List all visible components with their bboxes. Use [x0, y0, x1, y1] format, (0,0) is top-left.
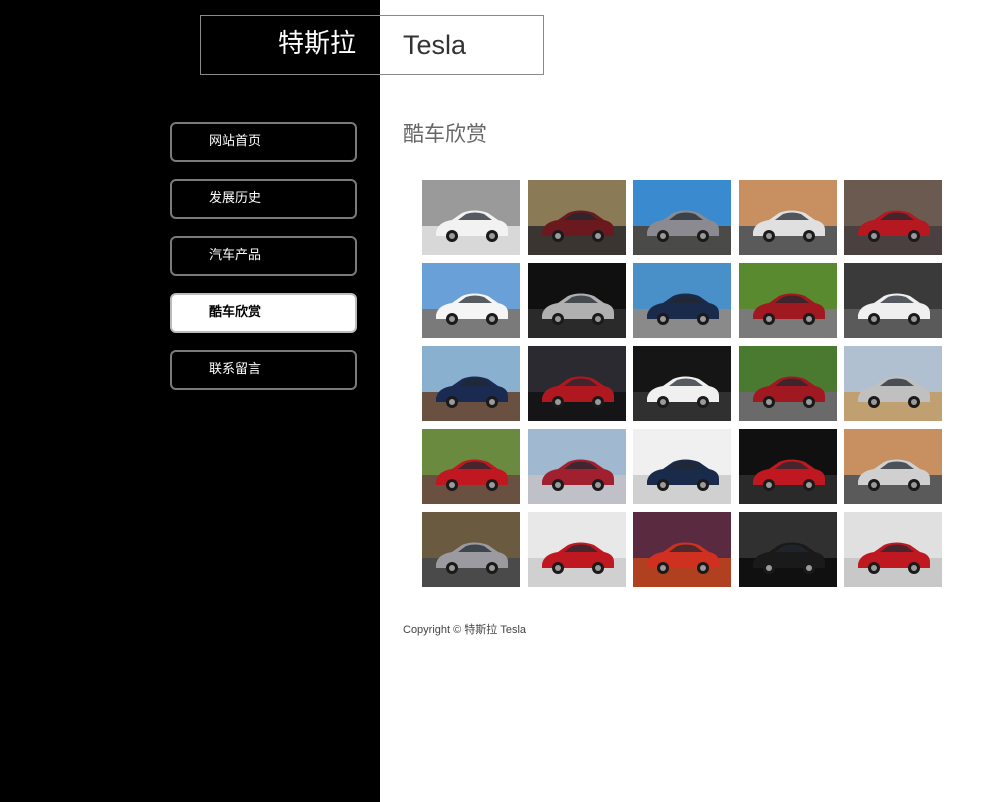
nav-item-gallery[interactable]: 酷车欣赏	[170, 293, 357, 333]
logo-chinese[interactable]: 特斯拉	[200, 15, 380, 75]
gallery-thumbnail[interactable]	[739, 263, 837, 338]
car-photo	[844, 429, 942, 504]
car-photo	[528, 346, 626, 421]
gallery-thumbnail[interactable]	[633, 512, 731, 587]
gallery-thumbnail[interactable]	[844, 429, 942, 504]
car-photo	[844, 346, 942, 421]
car-photo	[739, 346, 837, 421]
car-photo	[739, 180, 837, 255]
gallery-thumbnail[interactable]	[422, 429, 520, 504]
car-photo	[528, 512, 626, 587]
car-photo	[422, 180, 520, 255]
car-photo	[739, 263, 837, 338]
gallery-thumbnail[interactable]	[528, 429, 626, 504]
car-photo	[633, 180, 731, 255]
car-photo	[528, 180, 626, 255]
page-title: 酷车欣赏	[403, 122, 487, 146]
gallery-thumbnail[interactable]	[633, 263, 731, 338]
gallery-thumbnail[interactable]	[422, 512, 520, 587]
car-photo	[844, 263, 942, 338]
car-photo	[633, 263, 731, 338]
car-photo	[633, 512, 731, 587]
gallery-thumbnail[interactable]	[739, 512, 837, 587]
car-photo	[739, 512, 837, 587]
gallery-thumbnail[interactable]	[422, 346, 520, 421]
car-photo	[422, 263, 520, 338]
nav-item-contact[interactable]: 联系留言	[170, 350, 357, 390]
main-nav: 网站首页 发展历史 汽车产品 酷车欣赏 联系留言	[170, 122, 357, 407]
car-gallery	[422, 180, 947, 590]
logo-english[interactable]: Tesla	[380, 15, 544, 75]
gallery-thumbnail[interactable]	[633, 346, 731, 421]
gallery-thumbnail[interactable]	[633, 429, 731, 504]
car-photo	[739, 429, 837, 504]
gallery-thumbnail[interactable]	[422, 180, 520, 255]
gallery-thumbnail[interactable]	[739, 180, 837, 255]
gallery-thumbnail[interactable]	[528, 263, 626, 338]
gallery-thumbnail[interactable]	[844, 346, 942, 421]
car-photo	[844, 512, 942, 587]
nav-item-products[interactable]: 汽车产品	[170, 236, 357, 276]
gallery-thumbnail[interactable]	[739, 346, 837, 421]
nav-item-home[interactable]: 网站首页	[170, 122, 357, 162]
car-photo	[422, 512, 520, 587]
gallery-thumbnail[interactable]	[844, 512, 942, 587]
car-photo	[528, 429, 626, 504]
gallery-thumbnail[interactable]	[528, 346, 626, 421]
gallery-thumbnail[interactable]	[528, 512, 626, 587]
car-photo	[422, 429, 520, 504]
car-photo	[633, 346, 731, 421]
car-photo	[422, 346, 520, 421]
car-photo	[528, 263, 626, 338]
gallery-thumbnail[interactable]	[844, 263, 942, 338]
gallery-thumbnail[interactable]	[739, 429, 837, 504]
nav-item-history[interactable]: 发展历史	[170, 179, 357, 219]
gallery-thumbnail[interactable]	[422, 263, 520, 338]
gallery-thumbnail[interactable]	[633, 180, 731, 255]
copyright-text: Copyright © 特斯拉 Tesla	[403, 624, 527, 636]
gallery-thumbnail[interactable]	[528, 180, 626, 255]
gallery-thumbnail[interactable]	[844, 180, 942, 255]
car-photo	[844, 180, 942, 255]
car-photo	[633, 429, 731, 504]
